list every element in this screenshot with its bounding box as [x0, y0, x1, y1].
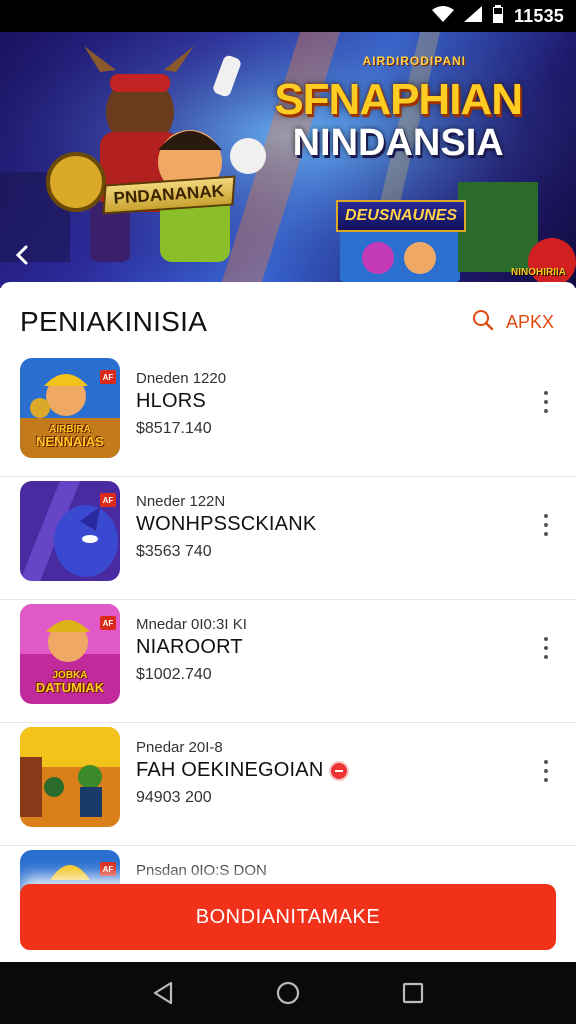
primary-cta-button[interactable]: BONDIANITAMAKE — [20, 884, 556, 950]
status-dot-icon — [329, 760, 350, 781]
item-name: NIAROORT — [136, 636, 243, 658]
hero-title-line1: SFNAPHIAN — [274, 75, 523, 124]
item-meta: Nneder 122N — [136, 493, 226, 510]
more-vert-icon[interactable] — [538, 384, 554, 420]
item-meta: Dneden 1220 — [136, 370, 227, 387]
app-thumbnail: AF JOBKA DATUMIAK — [20, 604, 120, 704]
hero-kicker: AIRDIRODIPANI — [362, 54, 466, 68]
item-price: 94903 200 — [136, 789, 212, 806]
recents-square-icon[interactable] — [393, 973, 433, 1013]
thumb-badge: AF — [100, 862, 116, 876]
page-title: PENIAKINISIA — [20, 306, 208, 337]
back-triangle-icon[interactable] — [143, 973, 183, 1013]
battery-icon — [492, 4, 504, 28]
item-price: $3563 740 — [136, 543, 212, 560]
item-meta: Pnsdan 0IO:S DON — [136, 862, 267, 879]
thumb-caption: AIRBIRA NENNAIAS — [36, 424, 104, 449]
item-price: $8517.140 — [136, 420, 212, 437]
more-vert-icon[interactable] — [538, 630, 554, 666]
thumb-badge: AF — [100, 616, 116, 630]
section-header: PENIAKINISIA APKX — [20, 302, 554, 342]
app-thumbnail: AF — [20, 481, 120, 581]
list-item[interactable]: Pnedar 20I-8 FAH OEKINEGOIAN 94903 200 — [0, 723, 576, 846]
more-vert-icon[interactable] — [538, 753, 554, 789]
system-nav-bar — [0, 962, 576, 1024]
header-action-button[interactable]: APKX — [506, 312, 554, 333]
app-list: AF AIRBIRA NENNAIAS Dneden 1220 HLORS $85… — [0, 354, 576, 962]
app-thumbnail: AF AIRBIRA NENNAIAS — [20, 358, 120, 458]
status-bar: 11535 — [0, 0, 576, 32]
hero-title-line2: NINDANSIA — [292, 122, 504, 164]
more-vert-icon[interactable] — [538, 507, 554, 543]
thumb-badge: AF — [100, 370, 116, 384]
item-meta: Pnedar 20I-8 — [136, 739, 223, 756]
item-name: WONHPSSCKIANK — [136, 513, 317, 535]
status-time: 11535 — [513, 5, 564, 26]
cta-label: BONDIANITAMAKE — [195, 905, 381, 928]
list-item[interactable]: AF AIRBIRA NENNAIAS Dneden 1220 HLORS $85… — [0, 354, 576, 477]
hero-title: SFNAPHIAN NINDANSIA — [274, 75, 523, 165]
list-item[interactable]: AF Nneder 122N WONHPSSCKIANK $3563 740 — [0, 477, 576, 600]
hero-banner[interactable]: AIRDIRODIPANI SFNAPHIAN NINDANSIA PNDANA… — [0, 32, 576, 288]
chevron-left-icon[interactable] — [14, 244, 46, 276]
item-price: $1002.740 — [136, 666, 212, 683]
content-sheet: PENIAKINISIA APKX AF AIRBIRA NENNAIAS Dn… — [0, 282, 576, 962]
signal-icon — [463, 5, 482, 27]
item-name: FAH OEKINEGOIAN — [136, 759, 350, 782]
thumb-caption: JOBKA DATUMIAK — [35, 670, 105, 695]
search-icon[interactable] — [472, 309, 494, 336]
wifi-icon — [431, 5, 454, 27]
thumb-badge: AF — [100, 493, 116, 507]
list-item[interactable]: AF JOBKA DATUMIAK Mnedar 0I0:3I KI NIAROO… — [0, 600, 576, 723]
hero-corner-text: NINOHIRIIA — [511, 267, 566, 278]
item-meta: Mnedar 0I0:3I KI — [136, 616, 247, 633]
app-thumbnail — [20, 727, 120, 827]
home-circle-icon[interactable] — [268, 973, 308, 1013]
hero-sub-panel: DEUSNAUNES — [336, 200, 466, 232]
item-name: HLORS — [136, 390, 206, 412]
hero-sub-label: DEUSNAUNES — [344, 207, 457, 224]
header-actions: APKX — [472, 309, 554, 336]
hero-ribbon-label: PNDANANAK — [113, 181, 225, 208]
